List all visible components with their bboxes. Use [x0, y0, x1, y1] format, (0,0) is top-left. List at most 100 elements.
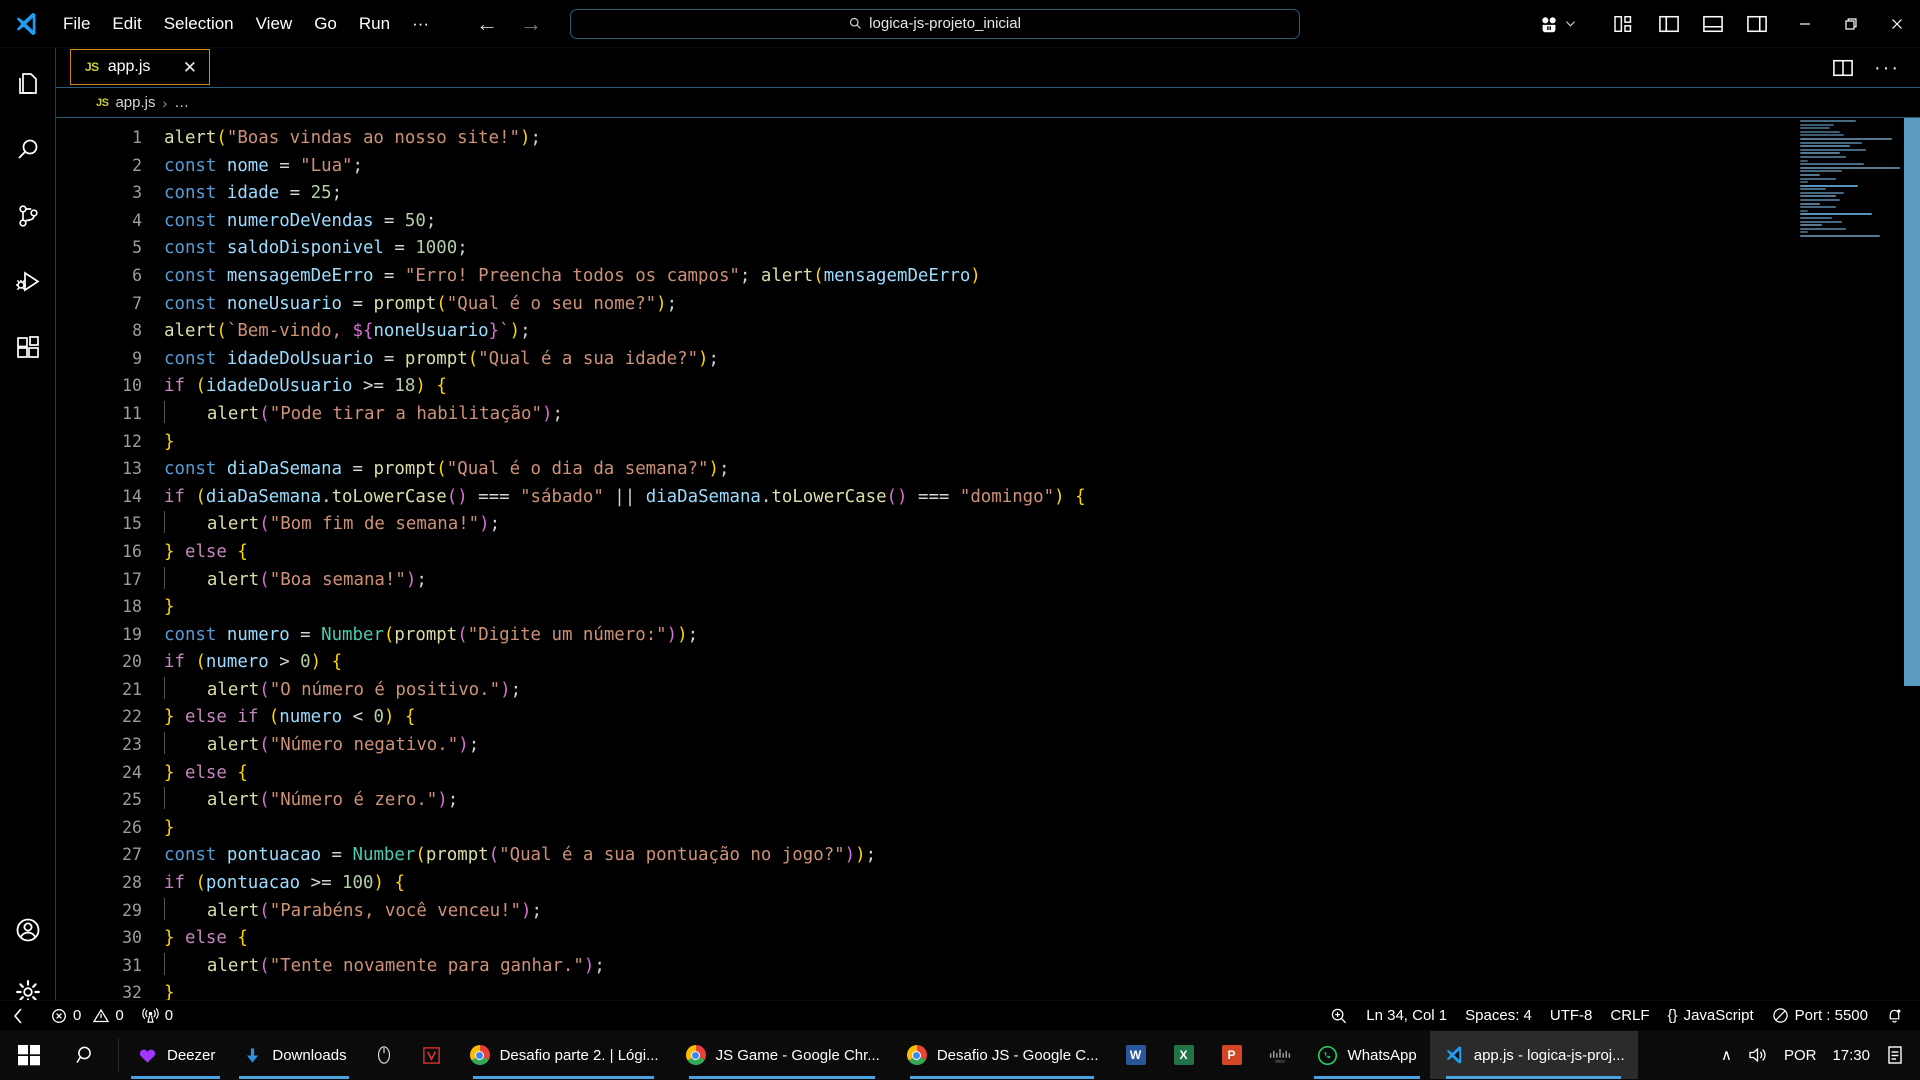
taskbar-item-downloads[interactable]: Downloads [228, 1031, 359, 1079]
code-line[interactable]: 5 const saldoDisponivel = 1000; [56, 234, 1920, 262]
code-line[interactable]: 18} [56, 593, 1920, 621]
quick-open-wrapper: logica-js-projeto_inicial [570, 8, 1301, 39]
code-line[interactable]: 8 alert(`Bem-vindo, ${noneUsuario}`); [56, 317, 1920, 345]
live-server-port-status[interactable]: Port : 5500 [1763, 1001, 1877, 1031]
code-line[interactable]: 10 if (idadeDoUsuario >= 18) { [56, 372, 1920, 400]
sidebar-item-extensions[interactable] [0, 324, 56, 372]
editor-vertical-scrollbar[interactable] [1904, 118, 1920, 1030]
tab-close-icon[interactable]: ✕ [167, 59, 197, 76]
word-icon: W [1125, 1044, 1147, 1066]
restore-button[interactable] [1828, 0, 1874, 48]
menu-file[interactable]: File [52, 9, 101, 39]
code-line[interactable]: 28 if (pontuacao >= 100) { [56, 869, 1920, 897]
taskbar-item-word[interactable]: W [1112, 1031, 1160, 1079]
code-line[interactable]: 26} [56, 814, 1920, 842]
code-line[interactable]: 20 if (numero > 0) { [56, 648, 1920, 676]
code-line[interactable]: 29 alert("Parabéns, você venceu!"); [56, 897, 1920, 925]
code-line[interactable]: 21 alert("O número é positivo."); [56, 676, 1920, 704]
code-line[interactable]: 30} else { [56, 924, 1920, 952]
volume-icon[interactable] [1748, 1046, 1768, 1064]
code-line[interactable]: 11 alert("Pode tirar a habilitação"); [56, 400, 1920, 428]
indentation-status[interactable]: Spaces: 4 [1456, 1001, 1541, 1031]
taskbar-item-chrome-js-game[interactable]: JS Game - Google Chr... [672, 1031, 893, 1079]
go-back-icon[interactable]: ← [476, 12, 498, 35]
customize-layout-icon[interactable] [1614, 14, 1636, 34]
eol-status[interactable]: CRLF [1601, 1001, 1658, 1031]
code-line[interactable]: 3 const idade = 25; [56, 179, 1920, 207]
taskbar-item-cisco[interactable]: cisco [1256, 1031, 1304, 1079]
start-button[interactable] [0, 1043, 58, 1067]
close-button[interactable] [1874, 0, 1920, 48]
line-number: 25 [122, 790, 142, 810]
code-line[interactable]: 23 alert("Número negativo."); [56, 731, 1920, 759]
code-line[interactable]: 15 alert("Bom fim de semana!"); [56, 510, 1920, 538]
toggle-secondary-sidebar-icon[interactable] [1746, 14, 1768, 34]
taskbar-search-button[interactable] [58, 1044, 114, 1066]
editor-actions: ··· [1832, 48, 1920, 87]
code-line[interactable]: 31 alert("Tente novamente para ganhar.")… [56, 952, 1920, 980]
language-mode-status[interactable]: {} JavaScript [1659, 1001, 1763, 1031]
line-number: 22 [122, 707, 142, 727]
code-line[interactable]: 14 if (diaDaSemana.toLowerCase() === "sáb… [56, 483, 1920, 511]
code-line[interactable]: 19 const numero = Number(prompt("Digite u… [56, 621, 1920, 649]
menu-run[interactable]: Run [348, 9, 401, 39]
menu-go[interactable]: Go [303, 9, 348, 39]
code-line[interactable]: 2 const nome = "Lua"; [56, 152, 1920, 180]
menu-edit[interactable]: Edit [101, 9, 152, 39]
editor-zoom-status[interactable] [1321, 1001, 1357, 1031]
code-line[interactable]: 16} else { [56, 538, 1920, 566]
menu-more[interactable]: ··· [401, 9, 440, 39]
notifications-status[interactable] [1877, 1001, 1912, 1031]
taskbar-item-mouse-tool[interactable] [360, 1031, 408, 1079]
sidebar-item-run-debug[interactable] [0, 258, 56, 306]
code-line[interactable]: 22} else if (numero < 0) { [56, 703, 1920, 731]
split-editor-right-icon[interactable] [1832, 58, 1854, 78]
code-line[interactable]: 27 const pontuacao = Number(prompt("Qual … [56, 841, 1920, 869]
breadcrumb-file[interactable]: app.js [115, 94, 155, 111]
menu-selection[interactable]: Selection [153, 9, 245, 39]
taskbar-item-chrome-desafio-parte2[interactable]: Desafio parte 2. | Lógi... [456, 1031, 672, 1079]
code-line[interactable]: 6 const mensagemDeErro = "Erro! Preencha … [56, 262, 1920, 290]
sidebar-item-source-control[interactable] [0, 192, 56, 240]
code-line[interactable]: 9 const idadeDoUsuario = prompt("Qual é a… [56, 345, 1920, 373]
code-line[interactable]: 1 alert("Boas vindas ao nosso site!"); [56, 124, 1920, 152]
taskbar-item-whatsapp[interactable]: WhatsApp [1304, 1031, 1430, 1079]
taskbar-item-vivaldi[interactable] [408, 1031, 456, 1079]
code-line[interactable]: 24} else { [56, 759, 1920, 787]
code-line[interactable]: 7 const noneUsuario = prompt("Qual é o se… [56, 290, 1920, 318]
encoding-status[interactable]: UTF-8 [1541, 1001, 1602, 1031]
code-line[interactable]: 12} [56, 428, 1920, 456]
menu-view[interactable]: View [245, 9, 304, 39]
remote-indicator[interactable] [0, 1001, 42, 1031]
taskbar-item-chrome-desafio-js[interactable]: Desafio JS - Google C... [893, 1031, 1112, 1079]
quick-open-input[interactable]: logica-js-projeto_inicial [570, 8, 1301, 39]
code-line[interactable]: 17 alert("Boa semana!"); [56, 566, 1920, 594]
breadcrumb-symbols[interactable]: … [174, 94, 189, 111]
code-line[interactable]: 25 alert("Número é zero."); [56, 786, 1920, 814]
ports-status[interactable]: 0 [133, 1001, 182, 1031]
editor-more-actions-icon[interactable]: ··· [1874, 58, 1900, 78]
sidebar-item-explorer[interactable] [0, 60, 56, 108]
toggle-primary-sidebar-icon[interactable] [1658, 14, 1680, 34]
code-line[interactable]: 13 const diaDaSemana = prompt("Qual é o d… [56, 455, 1920, 483]
tray-expand-icon[interactable]: ∧ [1721, 1046, 1732, 1064]
taskbar-item-vscode[interactable]: app.js - logica-js-proj... [1429, 1031, 1638, 1079]
go-forward-icon[interactable]: → [520, 12, 542, 35]
cursor-position-status[interactable]: Ln 34, Col 1 [1357, 1001, 1456, 1031]
taskbar-item-deezer[interactable]: Deezer [123, 1031, 228, 1079]
taskbar-item-powerpoint[interactable]: P [1208, 1031, 1256, 1079]
accounts-button[interactable] [1526, 13, 1588, 35]
editor-scrollbar-slider[interactable] [1904, 118, 1920, 686]
toggle-panel-icon[interactable] [1702, 14, 1724, 34]
notification-center-icon[interactable] [1886, 1045, 1904, 1065]
sidebar-item-accounts[interactable] [0, 906, 56, 954]
problems-status[interactable]: 0 0 [42, 1001, 133, 1031]
input-language[interactable]: POR [1784, 1047, 1817, 1064]
taskbar-item-excel[interactable]: X [1160, 1031, 1208, 1079]
code-line[interactable]: 4 const numeroDeVendas = 50; [56, 207, 1920, 235]
code-editor[interactable]: 1 alert("Boas vindas ao nosso site!"); 2 co… [56, 118, 1920, 1030]
clock[interactable]: 17:30 [1832, 1047, 1870, 1064]
sidebar-item-search[interactable] [0, 126, 56, 174]
tab-app-js[interactable]: JS app.js ✕ [70, 49, 210, 85]
minimize-button[interactable] [1782, 0, 1828, 48]
